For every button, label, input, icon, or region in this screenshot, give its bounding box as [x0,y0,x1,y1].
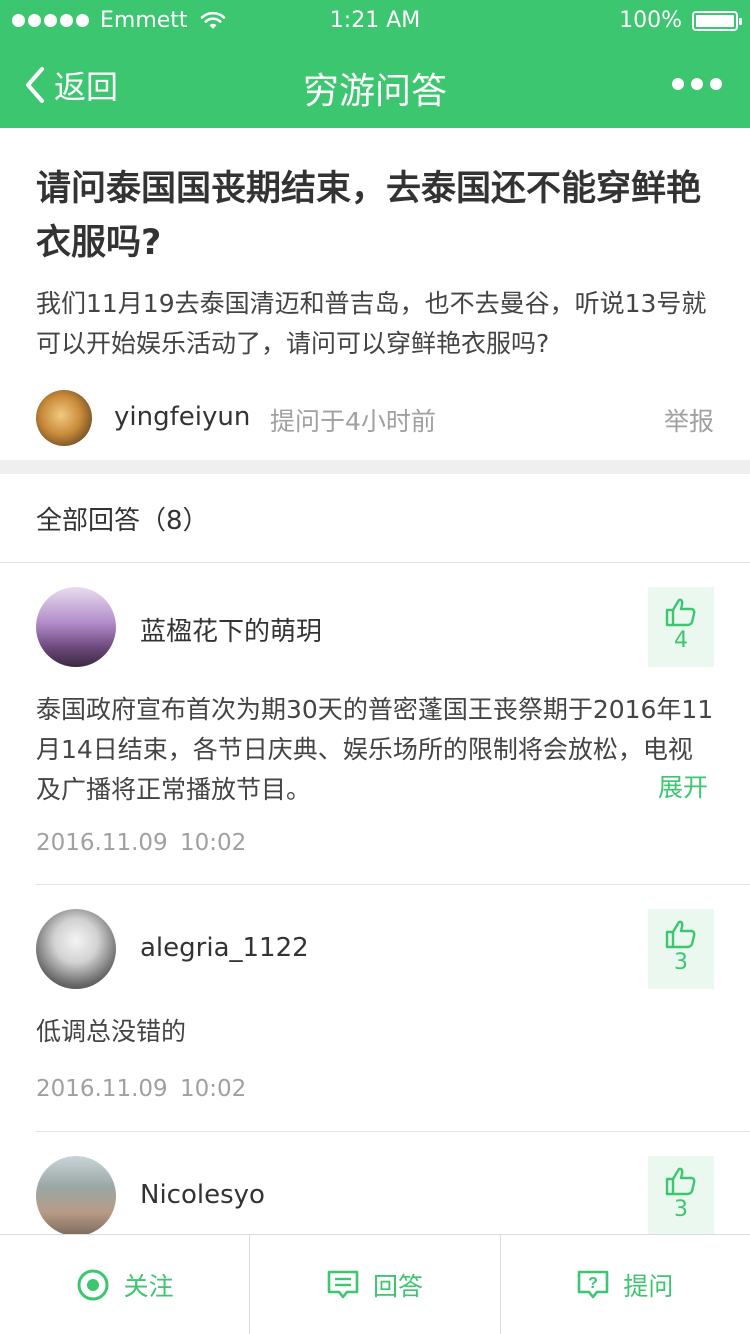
answer-author[interactable]: alegria_1122 [140,933,309,963]
more-dot-icon [672,78,684,90]
avatar[interactable] [36,390,92,446]
answer-author[interactable]: 蓝楹花下的萌玥 [140,611,322,648]
eye-icon [77,1269,109,1300]
avatar[interactable] [36,909,116,989]
like-button[interactable]: 4 [648,587,714,667]
answer-item: alegria_1122 3 低调总没错的 2016.11.09 10:02 [0,884,750,1132]
answer-author[interactable]: Nicolesyo [140,1180,265,1210]
status-right: 100% [619,8,742,33]
battery-icon [692,10,742,31]
section-divider [0,460,750,474]
question-section: 请问泰国国丧期结束，去泰国还不能穿鲜艳衣服吗? 我们11月19去泰国清迈和普吉岛… [0,128,750,446]
like-button[interactable]: 3 [648,1156,714,1236]
battery-percent: 100% [619,8,682,33]
more-dot-icon [691,78,703,90]
svg-text:?: ? [588,1275,598,1292]
answer-label: 回答 [372,1271,423,1301]
answer-button[interactable]: 回答 [249,1235,499,1334]
back-label: 返回 [54,68,119,106]
answers-header: 全部回答（8） [36,506,209,536]
ask-button[interactable]: ? 提问 [499,1235,750,1334]
more-button[interactable] [665,78,722,90]
follow-button[interactable]: 关注 [0,1235,249,1334]
like-button[interactable]: 3 [648,909,714,989]
question-title: 请问泰国国丧期结束，去泰国还不能穿鲜艳衣服吗? [36,169,702,263]
answer-content: 泰国政府宣布首次为期30天的普密蓬国王丧祭期于2016年11月14日结束，各节日… [36,695,714,804]
thumbs-up-icon [665,598,696,627]
chevron-left-icon [26,67,44,103]
answer-time: 10:02 [180,1076,247,1102]
like-count: 4 [674,628,688,653]
top-header: Emmett 1:21 AM 100% 返回 穷游问答 [0,0,750,128]
avatar[interactable] [36,1156,116,1236]
like-count: 3 [674,950,688,975]
more-dot-icon [710,78,722,90]
answer-content: 低调总没错的 [36,1017,187,1046]
like-count: 3 [674,1197,688,1222]
answer-date: 2016.11.09 [36,1076,168,1102]
report-button[interactable]: 举报 [664,402,714,438]
ask-label: 提问 [623,1271,674,1301]
question-body: 我们11月19去泰国清迈和普吉岛，也不去曼谷，听说13号就可以开始娱乐活动了，请… [36,289,707,358]
comment-icon [327,1270,359,1298]
back-button[interactable]: 返回 [24,62,118,108]
status-bar: Emmett 1:21 AM 100% [0,0,750,40]
follow-label: 关注 [123,1271,174,1301]
navigation-bar: 返回 穷游问答 [0,40,750,128]
thumbs-up-icon [665,1167,696,1196]
question-time: 提问于4小时前 [270,407,436,436]
answer-item: Nicolesyo 3 [0,1131,750,1236]
question-meta: yingfeiyun 提问于4小时前 举报 [36,390,714,446]
avatar[interactable] [36,587,116,667]
bottom-tab-bar: 关注 回答 ? 提问 [0,1234,750,1334]
question-icon: ? [578,1270,609,1298]
answer-item: 蓝楹花下的萌玥 4 泰国政府宣布首次为期30天的普密蓬国王丧祭期于2016年11… [0,562,750,885]
thumbs-up-icon [665,920,696,949]
question-author[interactable]: yingfeiyun [114,402,250,432]
answer-time: 10:02 [180,830,247,856]
answer-date: 2016.11.09 [36,830,168,856]
expand-button[interactable]: 展开 [658,768,708,804]
